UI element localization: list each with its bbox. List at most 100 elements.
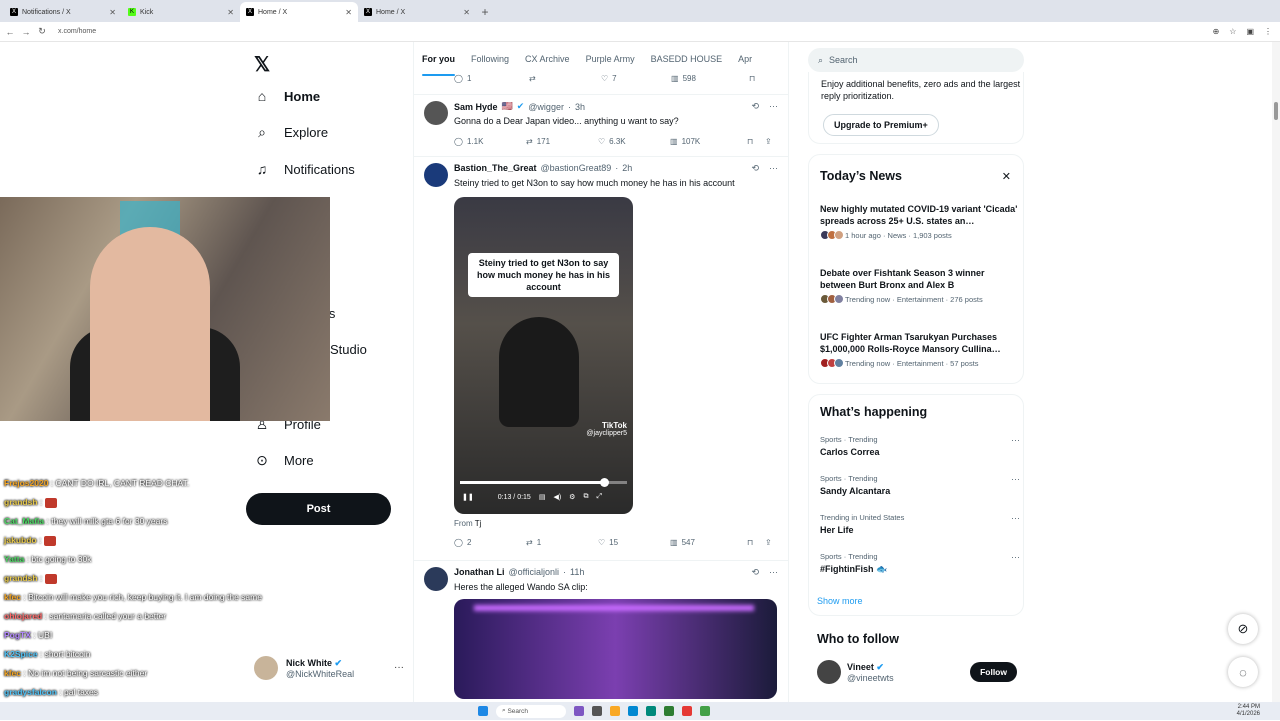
more-icon[interactable]: ···: [769, 567, 778, 578]
chat-username[interactable]: PogTX: [4, 630, 31, 640]
grok-icon[interactable]: ⟲: [751, 567, 759, 578]
video-progress-bar[interactable]: [460, 478, 627, 487]
close-icon[interactable]: ✕: [109, 8, 116, 17]
author-handle[interactable]: @bastionGreat89: [541, 163, 612, 173]
app-icon[interactable]: [664, 706, 674, 716]
trend-item[interactable]: Sports · Trending #FightinFish 🐟 ···: [820, 552, 1020, 575]
zoom-icon[interactable]: ⊕: [1213, 27, 1220, 36]
reply-button[interactable]: ◯ 1: [454, 74, 529, 83]
follow-suggestion[interactable]: Vineet ✔ @vineetwts Follow: [817, 660, 1017, 684]
app-icon[interactable]: [646, 706, 656, 716]
grok-float-icon[interactable]: ⊘: [1228, 614, 1258, 644]
seek-handle[interactable]: [599, 478, 609, 487]
timestamp[interactable]: 11h: [570, 567, 584, 577]
edge-icon[interactable]: [628, 706, 638, 716]
tab-cx-archive[interactable]: CX Archive: [517, 54, 578, 64]
browser-tab[interactable]: X Home / X ✕: [358, 2, 476, 22]
extensions-icon[interactable]: ▣: [1246, 27, 1254, 36]
show-more-link[interactable]: Show more: [817, 596, 863, 606]
news-item[interactable]: UFC Fighter Arman Tsarukyan Purchases $1…: [820, 331, 1020, 368]
chat-username[interactable]: grandsh: [4, 573, 38, 583]
avatar[interactable]: [424, 163, 448, 187]
like-button[interactable]: ♡ 7: [601, 74, 671, 83]
bookmark-icon[interactable]: ⊓: [747, 538, 765, 547]
x-logo-icon[interactable]: 𝕏: [254, 52, 270, 77]
more-icon[interactable]: ···: [769, 101, 778, 112]
nav-explore[interactable]: ⌕ Explore: [254, 124, 328, 141]
trend-item[interactable]: Sports · Trending Sandy Alcantara ···: [820, 474, 1020, 496]
reply-button[interactable]: ◯ 1.1K: [454, 137, 526, 146]
menu-icon[interactable]: ⋮: [1264, 27, 1272, 36]
more-icon[interactable]: ···: [1011, 474, 1020, 484]
nav-home[interactable]: ⌂ Home: [254, 88, 320, 104]
more-icon[interactable]: ···: [769, 163, 778, 174]
tab-partial[interactable]: Apr: [730, 54, 760, 64]
tab-basedd-house[interactable]: BASEDD HOUSE: [643, 54, 731, 64]
repost-button[interactable]: ⇄ 171: [526, 137, 598, 146]
tab-purple-army[interactable]: Purple Army: [578, 54, 643, 64]
grok-icon[interactable]: ⟲: [751, 101, 759, 112]
avatar[interactable]: [424, 567, 448, 591]
news-item[interactable]: New highly mutated COVID-19 variant 'Cic…: [820, 203, 1020, 240]
trend-item[interactable]: Trending in United States Her Life ···: [820, 513, 1020, 535]
reply-button[interactable]: ◯ 2: [454, 538, 526, 547]
url-field[interactable]: x.com/home: [58, 28, 96, 35]
tweet[interactable]: Bastion_The_Great @bastionGreat89 · 2h ⟲…: [414, 156, 788, 558]
author-name[interactable]: Bastion_The_Great: [454, 163, 537, 173]
nav-creator-studio[interactable]: Studio: [330, 342, 367, 357]
more-icon[interactable]: ···: [1011, 513, 1020, 523]
bookmark-icon[interactable]: ⊓: [747, 137, 765, 146]
close-icon[interactable]: ✕: [227, 8, 234, 17]
back-icon[interactable]: ←: [4, 27, 16, 37]
tweet[interactable]: Jonathan Li @officialjonli · 11h ⟲ ··· He…: [414, 560, 788, 702]
reload-icon[interactable]: ↻: [36, 26, 48, 37]
views-button[interactable]: ▥ 547: [670, 538, 747, 547]
tab-following[interactable]: Following: [463, 54, 517, 64]
tweet-video[interactable]: [454, 599, 777, 699]
browser-tab[interactable]: X Notifications / X ✕: [4, 2, 122, 22]
nav-more[interactable]: ⊙ More: [254, 452, 314, 469]
more-icon[interactable]: ···: [394, 662, 404, 673]
more-icon[interactable]: ···: [1011, 552, 1020, 562]
close-icon[interactable]: ✕: [345, 8, 352, 17]
news-item[interactable]: Debate over Fishtank Season 3 winner bet…: [820, 267, 1020, 304]
avatar[interactable]: [817, 660, 841, 684]
source-link[interactable]: Tj: [475, 519, 482, 528]
settings-icon[interactable]: ⚙: [569, 493, 575, 501]
spotify-icon[interactable]: [700, 706, 710, 716]
chat-username[interactable]: K2Spice: [4, 649, 38, 659]
captions-icon[interactable]: ▤: [539, 493, 546, 501]
upgrade-premium-button[interactable]: Upgrade to Premium+: [823, 114, 939, 136]
chat-username[interactable]: jakubdo: [4, 535, 37, 545]
more-icon[interactable]: ···: [1011, 435, 1020, 445]
nav-notifications[interactable]: ♫ Notifications: [254, 161, 355, 177]
windows-start-icon[interactable]: [478, 706, 488, 716]
messages-float-icon[interactable]: ◌: [1228, 657, 1258, 687]
scrollbar-thumb[interactable]: [1274, 102, 1278, 120]
tab-for-you[interactable]: For you: [414, 54, 463, 76]
follow-button[interactable]: Follow: [970, 662, 1017, 682]
close-icon[interactable]: ✕: [1002, 170, 1011, 183]
share-icon[interactable]: ⇪: [765, 538, 772, 547]
grok-icon[interactable]: ⟲: [751, 163, 759, 174]
pip-icon[interactable]: ⧉: [583, 493, 588, 501]
timestamp[interactable]: 3h: [575, 102, 585, 112]
bookmark-icon[interactable]: ⊓: [749, 74, 755, 83]
views-button[interactable]: ▥ 598: [671, 74, 749, 83]
chrome-icon[interactable]: [682, 706, 692, 716]
chat-username[interactable]: kfec: [4, 668, 21, 678]
file-explorer-icon[interactable]: [610, 706, 620, 716]
avatar[interactable]: [424, 101, 448, 125]
chat-username[interactable]: ohiojared: [4, 611, 42, 621]
views-button[interactable]: ▥ 107K: [670, 137, 747, 146]
timestamp[interactable]: 2h: [622, 163, 632, 173]
chat-username[interactable]: Frejos2020: [4, 478, 48, 488]
widgets-icon[interactable]: [574, 706, 584, 716]
author-name[interactable]: Sam Hyde: [454, 102, 498, 112]
browser-tab[interactable]: K Kick ✕: [122, 2, 240, 22]
chat-username[interactable]: grandsh: [4, 497, 38, 507]
pause-icon[interactable]: ❚❚: [462, 493, 474, 501]
new-tab-button[interactable]: +: [476, 2, 494, 22]
author-name[interactable]: Jonathan Li: [454, 567, 505, 577]
author-handle[interactable]: @wigger: [528, 102, 564, 112]
